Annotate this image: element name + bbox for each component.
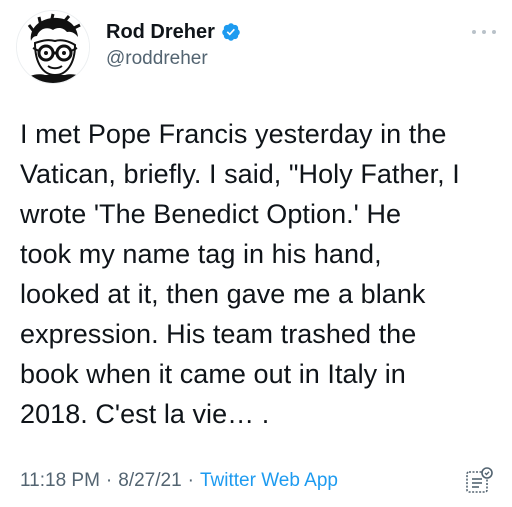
tweet-date[interactable]: 8/27/21 <box>118 469 181 493</box>
more-dot <box>492 30 496 34</box>
name-row: Rod Dreher <box>106 20 241 44</box>
avatar-illustration <box>17 11 89 83</box>
more-dot <box>472 30 476 34</box>
user-handle[interactable]: @roddreher <box>106 47 208 71</box>
avatar[interactable] <box>16 10 90 84</box>
display-name[interactable]: Rod Dreher <box>106 20 215 44</box>
tweet-meta: 11:18 PM · 8/27/21 · Twitter Web App <box>20 469 338 493</box>
meta-separator: · <box>187 470 194 491</box>
tweet-card: Rod Dreher @roddreher I met Pope Francis… <box>0 0 512 507</box>
tweet-text: I met Pope Francis yesterday in the Vati… <box>20 119 460 429</box>
tweet-analytics-icon[interactable] <box>464 466 494 496</box>
meta-separator: · <box>105 470 113 491</box>
more-dot <box>482 30 486 34</box>
more-horizontal-icon[interactable] <box>472 24 496 40</box>
verified-badge-icon <box>221 22 241 42</box>
tweet-time[interactable]: 11:18 PM <box>20 469 100 493</box>
tweet-source-link[interactable]: Twitter Web App <box>200 469 338 493</box>
